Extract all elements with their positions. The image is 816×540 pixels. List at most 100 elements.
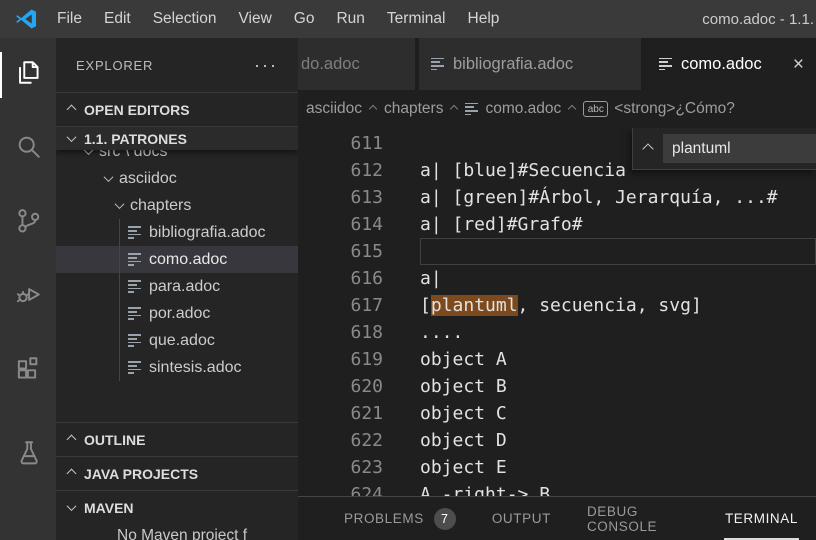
menu-edit[interactable]: Edit [93,0,142,38]
tree-item-como-adoc[interactable]: como.adoc [56,246,298,273]
breadcrumb-item-como-adoc[interactable]: como.adoc [465,100,561,118]
line-content[interactable]: .... [420,319,816,346]
line-content[interactable] [420,238,816,265]
line-number[interactable]: 617 [298,292,420,319]
code-line-621: 621object C [298,400,816,427]
activity-item-source-control[interactable] [0,186,56,260]
menu-run[interactable]: Run [325,0,375,38]
line-content[interactable]: object B [420,373,816,400]
line-number[interactable]: 618 [298,319,420,346]
line-content[interactable]: object A [420,346,816,373]
tree-item-row: bibliografia.adoc [56,219,298,246]
code-line-615: 615 [298,238,816,265]
section-java-projects[interactable]: JAVA PROJECTS [56,456,298,490]
line-number[interactable]: 612 [298,157,420,184]
files-icon [14,58,43,92]
activity-item-extensions[interactable] [0,334,56,408]
section-maven[interactable]: MAVEN [56,490,298,524]
activity-item-explorer[interactable] [0,38,56,112]
code-line-614: 614a| [red]#Grafo# [298,211,816,238]
section-open-editors[interactable]: OPEN EDITORS [56,92,298,126]
find-input[interactable] [663,134,816,163]
line-number[interactable]: 624 [298,481,420,496]
panel-tab-problems[interactable]: PROBLEMS7 [326,497,474,540]
panel-tab-terminal[interactable]: TERMINAL [707,497,816,540]
breadcrumb-label: chapters [384,100,443,118]
bottom-panel: PROBLEMS7OUTPUTDEBUG CONSOLETERMINAL [298,496,816,540]
explorer-sidebar: EXPLORER ··· OPEN EDITORS 1.1. PATRONES … [56,38,298,540]
tree-item-row: para.adoc [56,273,298,300]
chevron-right-icon [568,105,576,113]
line-number[interactable]: 614 [298,211,420,238]
find-expand-chevron-icon[interactable] [642,143,653,154]
editor-tab-bibliografia-adoc[interactable]: bibliografia.adoc [419,38,641,90]
line-number[interactable]: 616 [298,265,420,292]
views-and-more-actions-button[interactable]: ··· [254,55,278,76]
tree-item-asciidoc[interactable]: asciidoc [56,165,298,192]
tree-item-sintesis-adoc[interactable]: sintesis.adoc [56,354,298,381]
menu-file[interactable]: File [46,0,93,38]
line-content[interactable]: [plantuml, secuencia, svg] [420,292,816,319]
tree-item-para-adoc[interactable]: para.adoc [56,273,298,300]
line-content[interactable]: a| [420,265,816,292]
line-content[interactable]: object D [420,427,816,454]
find-match-highlight: plantuml [431,295,518,316]
breadcrumb-item-chapters[interactable]: chapters [384,100,443,118]
chevron-down-icon [67,501,77,511]
line-content[interactable]: a| [red]#Grafo# [420,211,816,238]
problems-count-badge: 7 [434,508,456,530]
line-number[interactable]: 620 [298,373,420,400]
vscode-window: FileEditSelectionViewGoRunTerminalHelp c… [0,0,816,540]
line-content[interactable]: object C [420,400,816,427]
editor-tab-como-adoc[interactable]: como.adoc× [647,38,816,90]
tree-item-por-adoc[interactable]: por.adoc [56,300,298,327]
breadcrumb-item-strong-c-mo[interactable]: <strong>¿Cómo? [583,100,735,118]
line-content[interactable]: A -right-> B [420,481,816,496]
vscode-logo-icon [14,7,38,31]
menu-terminal[interactable]: Terminal [376,0,457,38]
tree-item-row: que.adoc [56,327,298,354]
line-number[interactable]: 615 [298,238,420,265]
code-text: A -right-> B [420,484,550,496]
menu-go[interactable]: Go [283,0,326,38]
close-icon[interactable]: × [793,55,804,74]
line-content[interactable]: a| [green]#Árbol, Jerarquía, ...# [420,184,816,211]
breadcrumb-item-asciidoc[interactable]: asciidoc [306,100,362,118]
panel-tab-output[interactable]: OUTPUT [474,497,569,540]
line-number[interactable]: 623 [298,454,420,481]
tree-item-label: sintesis.adoc [149,359,242,377]
line-content[interactable]: object E [420,454,816,481]
section-label: 1.1. PATRONES [84,131,187,147]
activity-item-run-and-debug[interactable] [0,260,56,334]
line-number[interactable]: 622 [298,427,420,454]
section-outline[interactable]: OUTLINE [56,422,298,456]
tree-item-label: como.adoc [149,251,227,269]
tree-item-bibliografia-adoc[interactable]: bibliografia.adoc [56,219,298,246]
tree-item-chapters[interactable]: chapters [56,192,298,219]
code-text: object E [420,457,507,478]
menu-help[interactable]: Help [457,0,511,38]
code-text: object A [420,349,507,370]
line-number[interactable]: 613 [298,184,420,211]
tree-item-label: asciidoc [119,170,177,188]
line-number[interactable]: 621 [298,400,420,427]
section-patrones[interactable]: 1.1. PATRONES [56,126,298,150]
sidebar-spacer [56,381,298,422]
adoc-file-icon [431,58,445,71]
menu-selection[interactable]: Selection [142,0,228,38]
tree-item-que-adoc[interactable]: que.adoc [56,327,298,354]
editor-tab-do-adoc[interactable]: do.adoc [298,38,415,90]
activity-item-search[interactable] [0,112,56,186]
line-number[interactable]: 611 [298,130,420,157]
tree-item-row: src \ docs [56,150,298,165]
activity-item-testing[interactable] [0,418,56,492]
menu-view[interactable]: View [227,0,282,38]
line-number[interactable]: 619 [298,346,420,373]
adoc-file-icon [128,307,142,320]
flask-icon [14,438,43,472]
tree-item-src-docs[interactable]: src \ docs [56,150,298,165]
code-text: object C [420,403,507,424]
chevron-right-icon [67,105,77,115]
panel-tab-debug-console[interactable]: DEBUG CONSOLE [569,497,707,540]
extensions-icon [14,354,43,388]
